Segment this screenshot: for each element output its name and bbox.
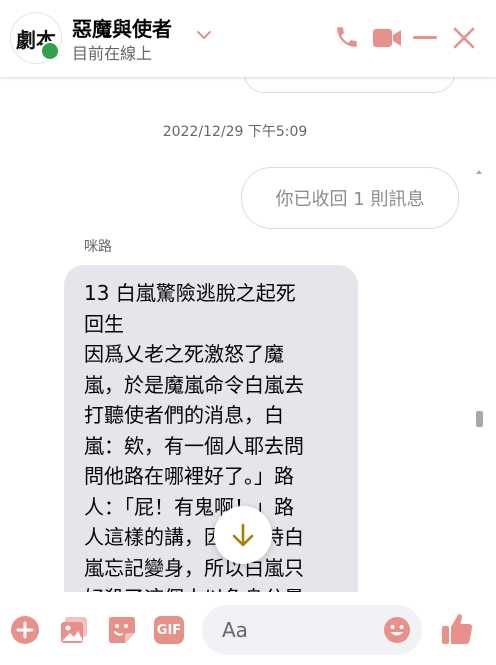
previous-message-bubble[interactable] <box>243 77 456 93</box>
chat-header: 劇本 惡魔與使者 目前在線上 <box>0 0 496 77</box>
scroll-to-bottom-button[interactable] <box>214 506 272 564</box>
plus-circle-icon[interactable] <box>10 615 40 645</box>
sender-name: 咪路 <box>84 239 112 255</box>
phone-icon[interactable] <box>334 24 360 50</box>
scroll-up-arrow-icon[interactable] <box>474 167 484 177</box>
arrow-down-icon <box>232 523 254 547</box>
minimize-icon[interactable] <box>413 36 437 40</box>
message-text: 13 白嵐驚險逃脫之起死 回生 因爲乂老之死激怒了魔 嵐，於是魔嵐命令白嵐去 打… <box>84 281 304 592</box>
online-status-dot <box>40 41 60 61</box>
chat-title[interactable]: 惡魔與使者 <box>72 13 172 42</box>
chat-status: 目前在線上 <box>72 44 153 63</box>
photo-icon[interactable] <box>59 615 89 645</box>
video-camera-icon[interactable] <box>372 26 402 50</box>
message-list[interactable]: 2022/12/29 下午5:09 你已收回 1 則訊息 咪路 13 白嵐驚險逃… <box>0 77 496 592</box>
scrollbar[interactable] <box>474 167 484 592</box>
scrollbar-thumb[interactable] <box>476 411 483 427</box>
message-timestamp: 2022/12/29 下午5:09 <box>162 124 308 140</box>
sticker-icon[interactable] <box>107 615 137 645</box>
composer: GIF <box>0 592 496 665</box>
gif-icon[interactable]: GIF <box>154 616 184 644</box>
emoji-icon[interactable] <box>383 616 411 644</box>
close-icon[interactable] <box>453 27 475 49</box>
unsent-message-notice: 你已收回 1 則訊息 <box>241 167 459 229</box>
thumbs-up-icon[interactable] <box>441 612 473 646</box>
message-bubble[interactable]: 13 白嵐驚險逃脫之起死 回生 因爲乂老之死激怒了魔 嵐，於是魔嵐命令白嵐去 打… <box>64 265 358 592</box>
chevron-down-icon[interactable] <box>196 29 212 41</box>
